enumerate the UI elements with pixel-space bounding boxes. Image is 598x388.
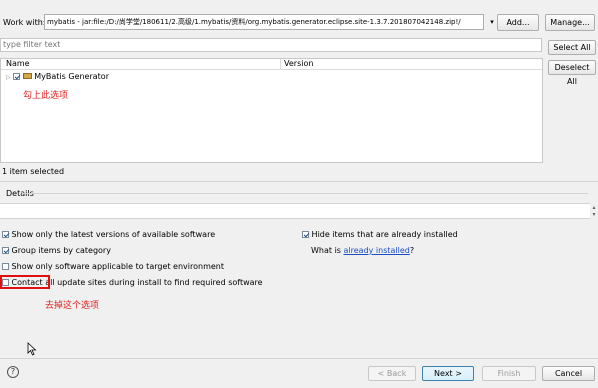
back-button[interactable]: < Back bbox=[368, 366, 416, 381]
show-applicable-label: Show only software applicable to target … bbox=[11, 262, 224, 271]
group-items-checkbox[interactable] bbox=[2, 247, 9, 254]
highlight-box bbox=[0, 275, 50, 289]
hide-installed-option[interactable]: Hide items that are already installed bbox=[302, 230, 458, 239]
finish-button[interactable]: Finish bbox=[482, 366, 536, 381]
show-latest-label: Show only the latest versions of availab… bbox=[11, 230, 216, 239]
column-version-header[interactable]: Version bbox=[284, 59, 313, 69]
filter-input[interactable] bbox=[0, 38, 542, 52]
show-applicable-option[interactable]: Show only software applicable to target … bbox=[2, 262, 224, 271]
show-latest-option[interactable]: Show only the latest versions of availab… bbox=[2, 230, 215, 239]
options-annotation: 去掉这个选项 bbox=[45, 301, 100, 311]
work-with-combo[interactable]: mybatis - jar:file:/D:/尚学堂/180611/2.高级/1… bbox=[44, 14, 484, 30]
mybatis-generator-checkbox[interactable] bbox=[13, 73, 21, 80]
table-row[interactable]: ▷ MyBatis Generator bbox=[6, 71, 109, 83]
software-table: Name Version ▷ MyBatis Generator 勾上此选项 bbox=[0, 58, 543, 163]
column-name-header[interactable]: Name bbox=[6, 59, 30, 69]
mouse-cursor-icon bbox=[27, 342, 37, 356]
what-is-suffix: ? bbox=[409, 246, 415, 255]
what-is-prefix: What is bbox=[311, 246, 344, 255]
group-items-label: Group items by category bbox=[11, 246, 111, 255]
work-with-label: Work with: bbox=[3, 18, 46, 27]
package-icon bbox=[22, 73, 32, 79]
show-latest-checkbox[interactable] bbox=[2, 231, 9, 238]
group-items-option[interactable]: Group items by category bbox=[2, 246, 111, 255]
expand-arrow-icon[interactable]: ▷ bbox=[6, 74, 11, 81]
scroll-arrows-icon[interactable]: ▴ ▾ bbox=[590, 204, 598, 218]
select-all-button[interactable]: Select All bbox=[548, 40, 596, 55]
mybatis-generator-label: MyBatis Generator bbox=[34, 72, 109, 81]
hide-installed-checkbox[interactable] bbox=[302, 231, 309, 238]
next-button[interactable]: Next > bbox=[422, 366, 474, 381]
hide-installed-label: Hide items that are already installed bbox=[311, 230, 458, 239]
table-header: Name Version bbox=[1, 59, 542, 70]
cancel-button[interactable]: Cancel bbox=[542, 366, 595, 381]
what-is-installed: What is already installed? bbox=[311, 246, 414, 255]
help-icon[interactable]: ? bbox=[7, 366, 19, 378]
deselect-all-button[interactable]: Deselect All bbox=[548, 60, 596, 86]
show-applicable-checkbox[interactable] bbox=[2, 263, 9, 270]
table-annotation: 勾上此选项 bbox=[23, 91, 69, 101]
details-text-area[interactable] bbox=[0, 203, 590, 219]
already-installed-link[interactable]: already installed bbox=[344, 246, 410, 255]
work-with-value: mybatis - jar:file:/D:/尚学堂/180611/2.高级/1… bbox=[47, 18, 461, 26]
add-button[interactable]: Add... bbox=[497, 14, 539, 31]
selection-status: 1 item selected bbox=[2, 167, 65, 176]
manage-button[interactable]: Manage... bbox=[545, 14, 595, 31]
